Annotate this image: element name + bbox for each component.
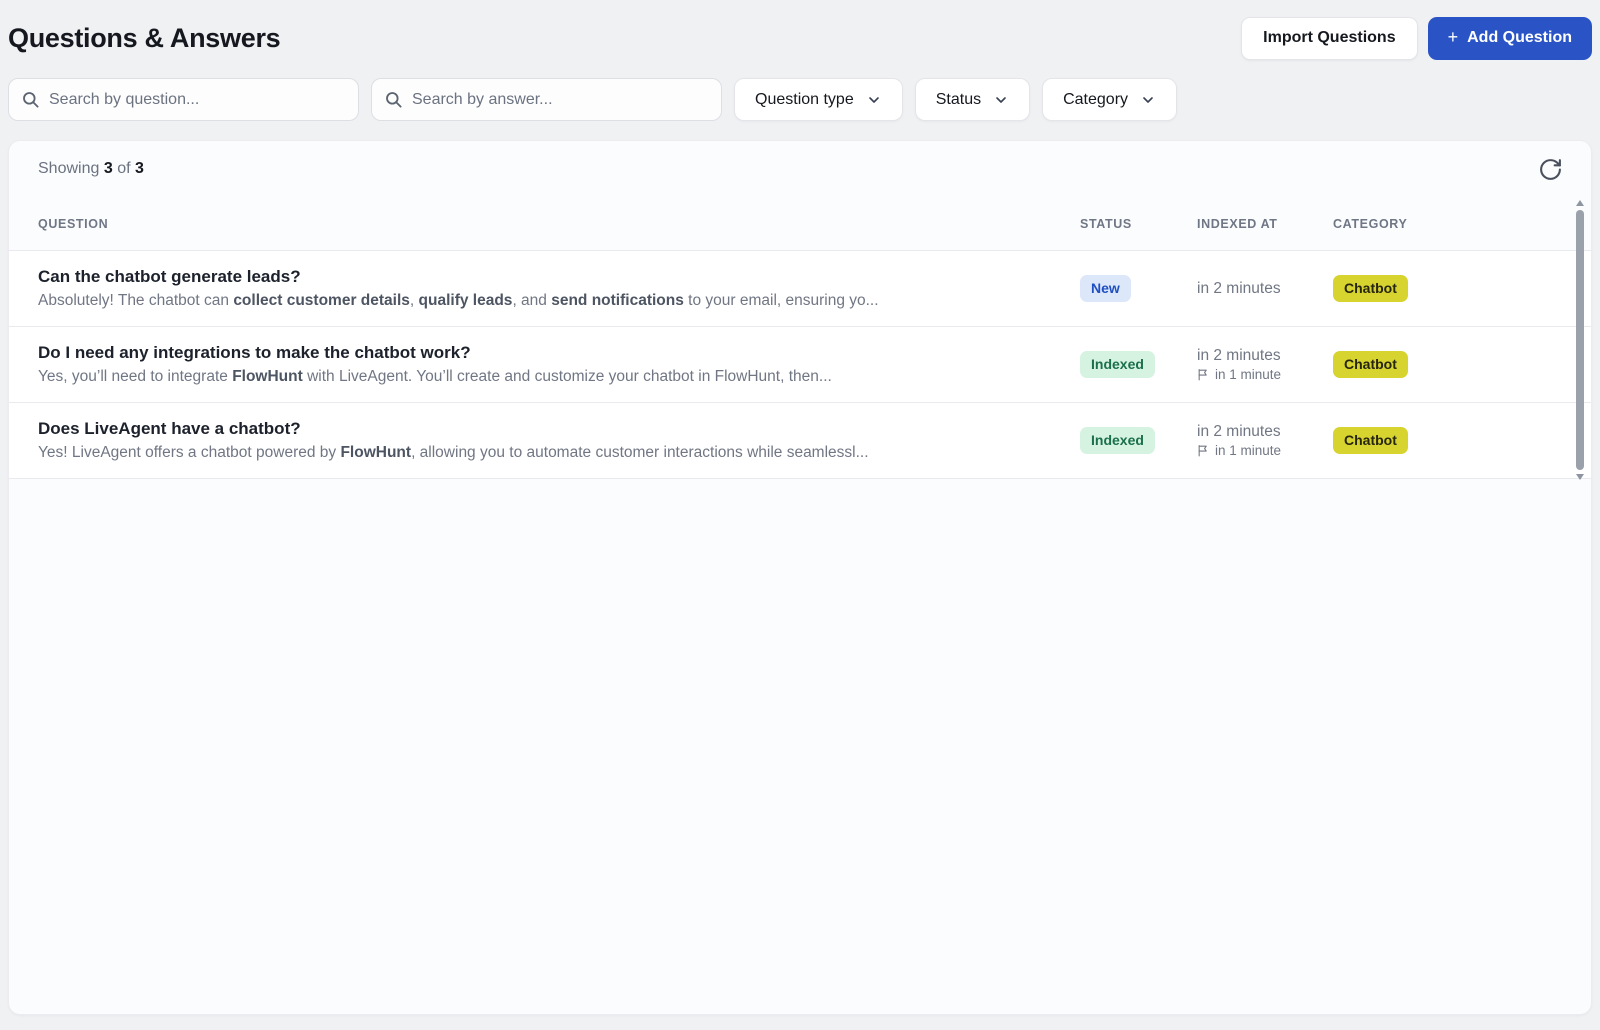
- add-question-button[interactable]: + Add Question: [1427, 16, 1592, 60]
- showing-total-value: 3: [134, 160, 144, 177]
- category-badge: Chatbot: [1333, 351, 1408, 378]
- status-dropdown[interactable]: Status: [914, 78, 1031, 121]
- scrollbar-thumb[interactable]: [1576, 210, 1584, 470]
- answer-segment: FlowHunt: [340, 444, 412, 461]
- flag-icon: [1198, 369, 1207, 381]
- scrollbar-up-arrow-icon[interactable]: [1576, 200, 1584, 206]
- showing-count-value: 3: [103, 160, 113, 177]
- indexed-at-value: in 2 minutes: [1197, 347, 1281, 364]
- page-header: Questions & Answers Import Questions + A…: [8, 0, 1592, 70]
- column-header-indexed-at: INDEXED AT: [1197, 216, 1278, 231]
- status-badge: Indexed: [1080, 427, 1155, 454]
- category-cell: Chatbot: [1333, 275, 1531, 302]
- answer-segment: Yes, you’ll need to integrate: [38, 368, 233, 385]
- status-cell: New: [1080, 275, 1197, 302]
- import-questions-button[interactable]: Import Questions: [1241, 16, 1418, 60]
- refresh-button[interactable]: [1536, 155, 1565, 184]
- category-cell: Chatbot: [1333, 427, 1531, 454]
- status-cell: Indexed: [1080, 427, 1197, 454]
- question-cell: Do I need any integrations to make the c…: [38, 343, 1080, 386]
- category-badge: Chatbot: [1333, 427, 1408, 454]
- table-scrollbar[interactable]: [1575, 200, 1585, 480]
- question-title: Do I need any integrations to make the c…: [38, 343, 471, 362]
- answer-segment: FlowHunt: [232, 368, 303, 385]
- table-body: Can the chatbot generate leads? Absolutel…: [9, 251, 1591, 479]
- question-cell: Does LiveAgent have a chatbot? Yes! LiveA…: [38, 419, 1080, 462]
- plus-icon: +: [1447, 27, 1459, 47]
- showing-count: Showing 3 of 3: [38, 160, 144, 178]
- indexed-at-secondary: in 1 minute: [1197, 443, 1333, 458]
- questions-card: Showing 3 of 3 QUESTION STATUS INDEXED A…: [8, 140, 1592, 1015]
- showing-prefix: Showing: [38, 160, 100, 177]
- column-header-status: STATUS: [1080, 216, 1132, 231]
- question-title: Does LiveAgent have a chatbot?: [38, 419, 301, 438]
- header-actions: Import Questions + Add Question: [1241, 16, 1592, 60]
- status-badge: Indexed: [1080, 351, 1155, 378]
- status-label: Status: [935, 90, 982, 108]
- showing-of: of: [117, 160, 131, 177]
- status-cell: Indexed: [1080, 351, 1197, 378]
- question-type-dropdown[interactable]: Question type: [734, 78, 903, 121]
- search-answer-input[interactable]: [412, 90, 709, 109]
- indexed-at-cell: in 2 minutes: [1197, 280, 1333, 298]
- column-header-category: CATEGORY: [1333, 216, 1408, 231]
- answer-segment: qualify leads: [418, 292, 513, 309]
- filter-bar: Question type Status Category: [8, 78, 1592, 121]
- indexed-at-secondary-value: in 1 minute: [1215, 443, 1282, 458]
- answer-segment: send notifications: [551, 292, 684, 309]
- indexed-at-cell: in 2 minutes in 1 minute: [1197, 347, 1333, 382]
- flag-icon: [1198, 445, 1207, 457]
- indexed-at-value: in 2 minutes: [1197, 279, 1281, 297]
- answer-segment: Absolutely! The chatbot can: [38, 292, 234, 309]
- category-label: Category: [1063, 90, 1129, 108]
- answer-segment: ,: [409, 292, 419, 309]
- answer-preview: Absolutely! The chatbot can collect cust…: [38, 292, 1066, 310]
- search-icon: [23, 92, 39, 108]
- questions-table: QUESTION STATUS INDEXED AT CATEGORY Can …: [9, 197, 1591, 480]
- table-row[interactable]: Does LiveAgent have a chatbot? Yes! LiveA…: [9, 403, 1591, 479]
- search-icon: [386, 92, 402, 108]
- search-question-input[interactable]: [49, 90, 346, 109]
- answer-segment: collect customer details: [233, 292, 410, 309]
- indexed-at-cell: in 2 minutes in 1 minute: [1197, 423, 1333, 458]
- question-type-label: Question type: [755, 90, 854, 108]
- chevron-down-icon: [1143, 96, 1153, 103]
- table-row[interactable]: Can the chatbot generate leads? Absolutel…: [9, 251, 1591, 327]
- question-cell: Can the chatbot generate leads? Absolutel…: [38, 267, 1080, 310]
- page-title: Questions & Answers: [8, 22, 281, 53]
- column-header-question: QUESTION: [38, 216, 109, 231]
- table-header-row: QUESTION STATUS INDEXED AT CATEGORY: [9, 197, 1591, 251]
- card-toolbar: Showing 3 of 3: [9, 141, 1591, 197]
- indexed-at-secondary-value: in 1 minute: [1215, 367, 1282, 382]
- category-badge: Chatbot: [1333, 275, 1408, 302]
- search-answer-box: [371, 78, 722, 121]
- answer-segment: Yes! LiveAgent offers a chatbot powered …: [38, 444, 341, 461]
- add-question-label: Add Question: [1467, 29, 1572, 46]
- indexed-at-secondary: in 1 minute: [1197, 367, 1333, 382]
- chevron-down-icon: [996, 96, 1006, 103]
- scrollbar-down-arrow-icon[interactable]: [1576, 474, 1584, 480]
- indexed-at-value: in 2 minutes: [1197, 423, 1281, 440]
- status-badge: New: [1080, 275, 1131, 302]
- answer-preview: Yes! LiveAgent offers a chatbot powered …: [38, 444, 1066, 462]
- question-title: Can the chatbot generate leads?: [38, 267, 301, 286]
- answer-segment: to your email, ensuring yo...: [683, 292, 879, 309]
- search-question-box: [8, 78, 359, 121]
- chevron-down-icon: [868, 96, 879, 103]
- answer-segment: , allowing you to automate customer inte…: [411, 444, 869, 461]
- category-cell: Chatbot: [1333, 351, 1531, 378]
- category-dropdown[interactable]: Category: [1042, 78, 1178, 121]
- table-row[interactable]: Do I need any integrations to make the c…: [9, 327, 1591, 403]
- answer-segment: , and: [512, 292, 552, 309]
- answer-segment: with LiveAgent. You’ll create and custom…: [302, 368, 832, 385]
- refresh-icon: [1540, 158, 1561, 180]
- answer-preview: Yes, you’ll need to integrate FlowHunt w…: [38, 368, 1066, 386]
